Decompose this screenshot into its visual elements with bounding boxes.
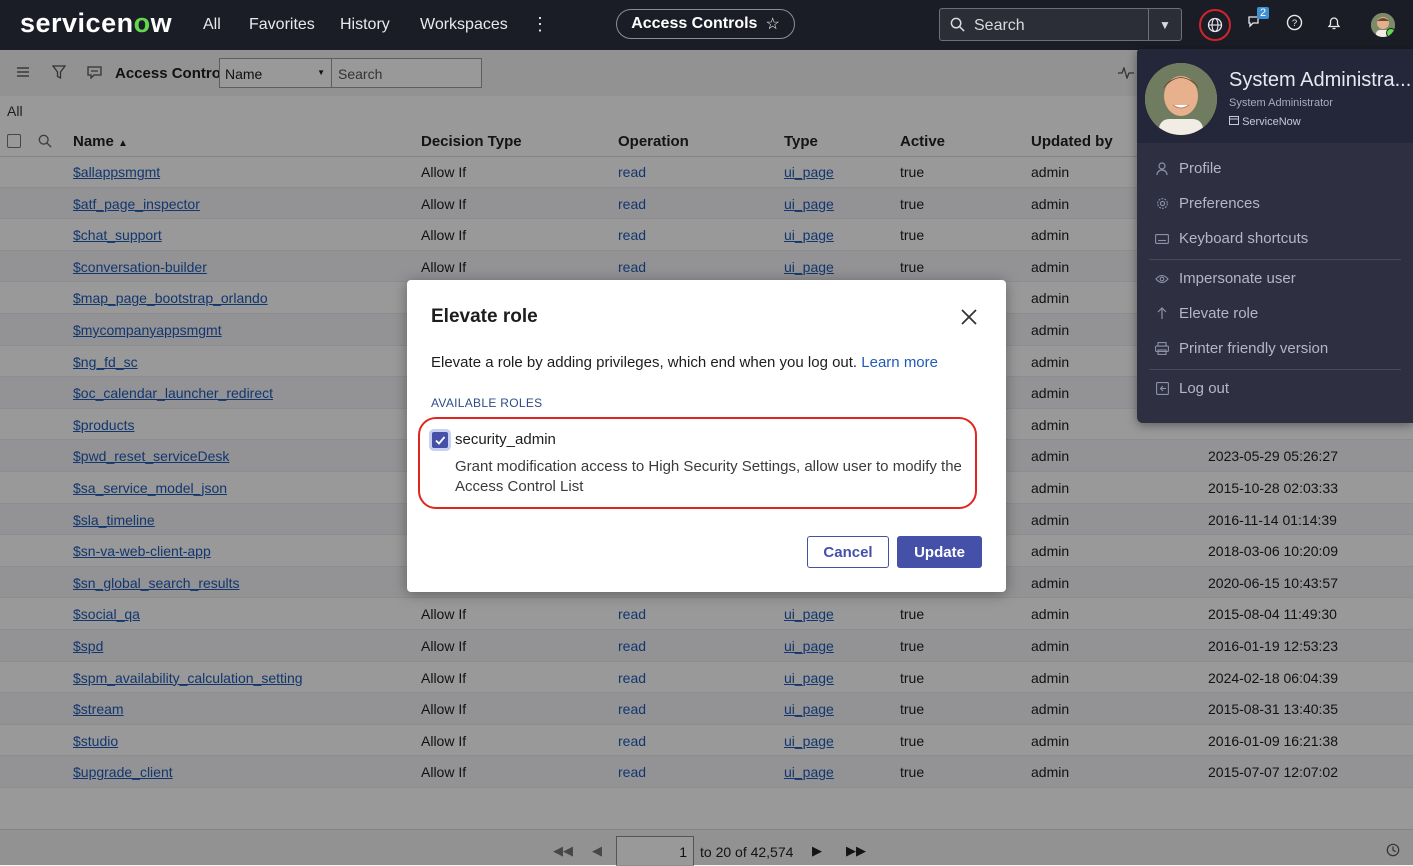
logout-icon	[1155, 382, 1169, 395]
help-icon[interactable]: ?	[1286, 14, 1303, 36]
menu-item-preferences[interactable]: Preferences	[1155, 195, 1260, 212]
bell-icon[interactable]	[1326, 14, 1342, 36]
search-icon	[950, 17, 965, 32]
security-admin-checkbox[interactable]	[432, 432, 448, 448]
dialog-description: Elevate a role by adding privileges, whi…	[431, 354, 938, 371]
user-card: System Administra... System Administrato…	[1137, 49, 1413, 143]
user-menu: System Administra... System Administrato…	[1137, 49, 1413, 423]
search-scope-dropdown[interactable]: ▼	[1148, 9, 1181, 40]
role-name: security_admin	[455, 431, 556, 448]
keyboard-icon	[1155, 233, 1169, 244]
nav-history[interactable]: History	[340, 16, 390, 34]
notification-count-badge: 2	[1257, 7, 1270, 19]
gear-icon	[1155, 197, 1169, 210]
search-input[interactable]: Search	[974, 17, 1025, 35]
global-search[interactable]: Search ▼	[939, 8, 1182, 41]
globe-icon[interactable]	[1199, 9, 1231, 41]
menu-divider	[1149, 369, 1401, 370]
dialog-title: Elevate role	[431, 306, 538, 327]
checkmark-icon	[435, 436, 446, 445]
eye-icon	[1155, 274, 1169, 284]
printer-icon	[1155, 342, 1169, 355]
star-icon[interactable]: ☆	[765, 14, 779, 34]
close-icon[interactable]	[959, 307, 979, 327]
menu-item-keyboard-shortcuts[interactable]: Keyboard shortcuts	[1155, 230, 1308, 247]
menu-item-elevate-role[interactable]: Elevate role	[1155, 305, 1258, 322]
user-role: System Administrator	[1229, 97, 1333, 109]
menu-item-profile[interactable]: Profile	[1155, 160, 1222, 177]
menu-item-impersonate-user[interactable]: Impersonate user	[1155, 270, 1296, 287]
company-icon	[1229, 116, 1239, 125]
user-avatar[interactable]	[1371, 13, 1395, 37]
learn-more-link[interactable]: Learn more	[861, 354, 938, 371]
online-status-dot	[1386, 28, 1395, 37]
role-description: Grant modification access to High Securi…	[455, 458, 962, 495]
servicenow-logo[interactable]: servicenow	[20, 8, 172, 39]
cancel-button[interactable]: Cancel	[807, 536, 889, 568]
svg-text:?: ?	[1292, 18, 1297, 29]
more-vertical-icon[interactable]: ⋮	[531, 14, 549, 35]
available-roles-label: AVAILABLE ROLES	[431, 396, 543, 410]
user-avatar-large	[1145, 63, 1217, 135]
arrow-up-icon	[1155, 307, 1169, 320]
person-icon	[1155, 161, 1169, 176]
user-name: System Administra...	[1229, 69, 1412, 91]
user-company: ServiceNow	[1229, 116, 1301, 128]
top-navigation-bar: servicenow All Favorites History Workspa…	[0, 0, 1413, 50]
menu-item-printer-friendly[interactable]: Printer friendly version	[1155, 340, 1328, 357]
menu-item-log-out[interactable]: Log out	[1155, 380, 1229, 397]
menu-divider	[1149, 259, 1401, 260]
nav-favorites[interactable]: Favorites	[249, 16, 315, 34]
nav-all[interactable]: All	[203, 16, 221, 34]
elevate-role-dialog: Elevate role Elevate a role by adding pr…	[407, 280, 1006, 592]
update-button[interactable]: Update	[897, 536, 982, 568]
context-pill[interactable]: Access Controls ☆	[616, 9, 795, 39]
context-title: Access Controls	[631, 15, 758, 32]
nav-workspaces[interactable]: Workspaces	[420, 16, 508, 34]
